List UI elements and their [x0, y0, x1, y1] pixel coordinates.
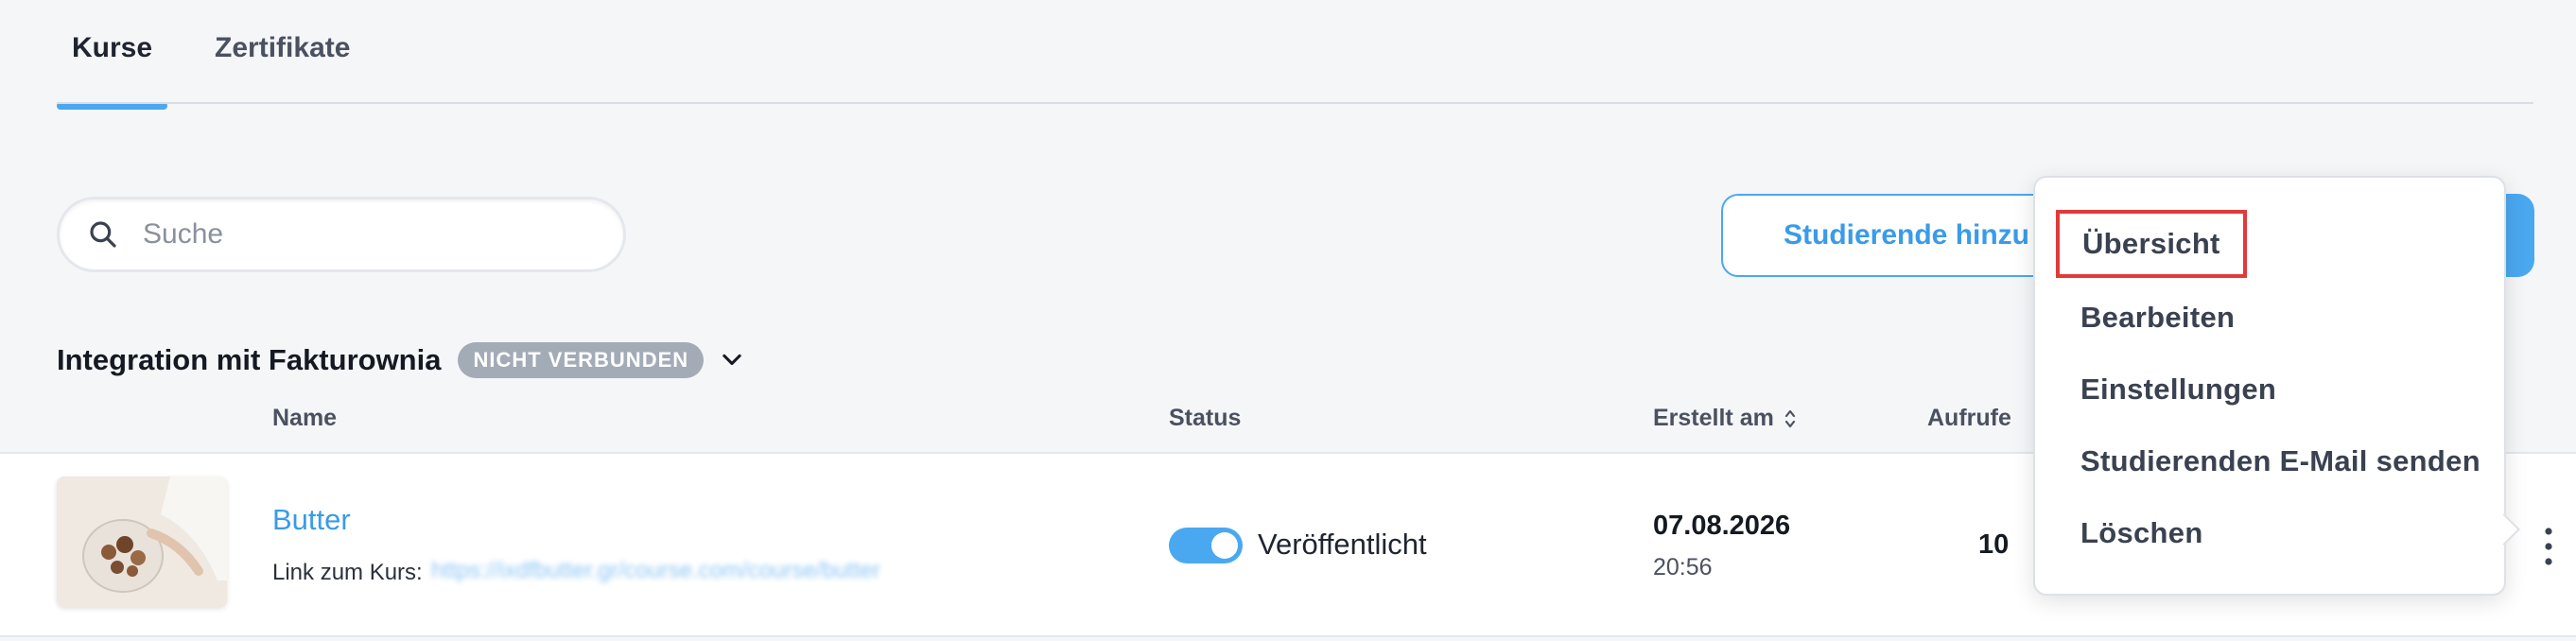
- views-count: 10: [1978, 529, 2010, 560]
- status-label: Veröffentlicht: [1258, 528, 1427, 561]
- course-title-link[interactable]: Butter: [272, 503, 351, 537]
- search-icon: [90, 221, 116, 248]
- menu-item-edit[interactable]: Bearbeiten: [2080, 301, 2235, 335]
- course-link-url[interactable]: https://ixdfbutter.gr/course.com/course/…: [431, 558, 880, 584]
- context-menu: Übersicht Bearbeiten Einstellungen Studi…: [2033, 176, 2506, 596]
- menu-item-email-students[interactable]: Studierenden E-Mail senden: [2080, 444, 2480, 478]
- publish-toggle[interactable]: [1169, 528, 1243, 563]
- sort-icon[interactable]: [1784, 407, 1797, 430]
- search-box[interactable]: [57, 197, 626, 272]
- column-header-name: Name: [272, 405, 338, 431]
- tab-kurse[interactable]: Kurse: [57, 19, 168, 110]
- status-badge: NICHT VERBUNDEN: [458, 342, 705, 378]
- chevron-down-icon[interactable]: [719, 347, 745, 373]
- column-header-status: Status: [1169, 405, 1242, 431]
- tab-divider: [57, 102, 2533, 104]
- integration-header: Integration mit Fakturownia NICHT VERBUN…: [57, 342, 745, 378]
- tab-bar: Kurse Zertifikate: [57, 19, 397, 110]
- course-thumbnail[interactable]: [57, 476, 227, 607]
- column-header-created[interactable]: Erstellt am: [1653, 405, 1797, 432]
- search-input[interactable]: [143, 218, 559, 251]
- tab-zertifikate[interactable]: Zertifikate: [200, 19, 365, 106]
- column-header-created-label: Erstellt am: [1653, 405, 1774, 431]
- menu-item-delete[interactable]: Löschen: [2080, 516, 2203, 550]
- course-link-label: Link zum Kurs:: [272, 560, 423, 585]
- column-header-views: Aufrufe: [1927, 405, 2011, 431]
- more-options-icon[interactable]: [2534, 526, 2563, 567]
- created-time: 20:56: [1653, 554, 1713, 580]
- menu-item-overview[interactable]: Übersicht: [2056, 210, 2247, 278]
- menu-item-settings[interactable]: Einstellungen: [2080, 372, 2276, 407]
- created-date: 07.08.2026: [1653, 511, 1791, 541]
- toggle-knob: [1211, 532, 1238, 559]
- course-thumbnail-image: [57, 476, 227, 607]
- integration-title: Integration mit Fakturownia: [57, 343, 442, 376]
